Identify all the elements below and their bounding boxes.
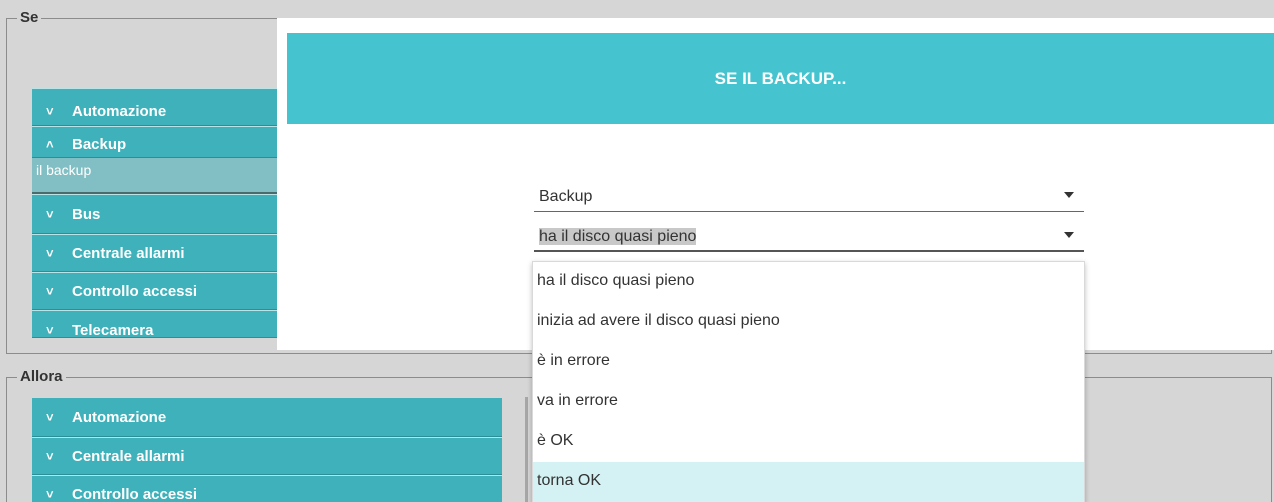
chevron-down-icon: ˅	[46, 284, 54, 299]
dropdown-option[interactable]: è OK	[533, 422, 1084, 462]
allora-accordion: ˅ Automazione ˅ Centrale allarmi ˅ Controll…	[32, 397, 502, 502]
condition-dropdown-list: ha il disco quasi pieno inizia ad avere …	[532, 261, 1085, 502]
allora-legend: Allora	[17, 368, 66, 386]
condition-select-value: ha il disco quasi pieno	[539, 228, 697, 245]
dropdown-option[interactable]: ha il disco quasi pieno	[533, 262, 1084, 302]
subject-select[interactable]: Backup	[534, 180, 1084, 212]
accordion-controllo-accessi[interactable]: ˅ Controllo accessi	[32, 475, 502, 502]
accordion-subitem-il-backup[interactable]: il backup	[32, 158, 280, 194]
accordion-label: Controllo accessi	[72, 283, 198, 300]
chevron-up-icon: ˄	[46, 137, 54, 152]
chevron-down-icon: ˅	[46, 246, 54, 261]
chevron-down-icon: ˅	[46, 449, 54, 464]
accordion-label: Automazione	[72, 409, 167, 426]
accordion-telecamera[interactable]: ˅ Telecamera	[32, 310, 280, 338]
dropdown-option-highlighted[interactable]: torna OK	[533, 462, 1084, 502]
accordion-automazione[interactable]: ˅ Automazione	[32, 88, 280, 126]
accordion-label: Centrale allarmi	[72, 245, 185, 262]
chevron-down-icon: ˅	[46, 487, 54, 502]
accordion-label: Telecamera	[72, 322, 154, 338]
accordion-bus[interactable]: ˅ Bus	[32, 194, 280, 234]
dropdown-option[interactable]: è in errore	[533, 342, 1084, 382]
chevron-down-icon: ˅	[46, 207, 54, 222]
chevron-down-icon: ˅	[46, 104, 54, 119]
dropdown-option[interactable]: inizia ad avere il disco quasi pieno	[533, 302, 1084, 342]
accordion-controllo-accessi[interactable]: ˅ Controllo accessi	[32, 272, 280, 310]
caret-down-icon	[1064, 192, 1074, 198]
se-accordion: ˅ Automazione ˄ Backup il backup ˅ Bus ˅ Cen…	[32, 88, 280, 338]
accordion-backup[interactable]: ˄ Backup	[32, 126, 280, 158]
caret-down-icon	[1064, 232, 1074, 238]
chevron-down-icon: ˅	[46, 410, 54, 425]
accordion-label: Backup	[72, 136, 127, 153]
accordion-label: Bus	[72, 206, 101, 223]
accordion-label: Automazione	[72, 103, 167, 120]
se-legend: Se	[17, 9, 42, 27]
accordion-automazione[interactable]: ˅ Automazione	[32, 397, 502, 437]
chevron-down-icon: ˅	[46, 323, 54, 338]
accordion-label: Centrale allarmi	[72, 448, 185, 465]
accordion-centrale-allarmi[interactable]: ˅ Centrale allarmi	[32, 234, 280, 272]
dropdown-option[interactable]: va in errore	[533, 382, 1084, 422]
condition-select[interactable]: ha il disco quasi pieno	[534, 220, 1084, 252]
modal-title: SE IL BACKUP...	[287, 33, 1274, 124]
accordion-label: Controllo accessi	[72, 486, 198, 502]
accordion-centrale-allarmi[interactable]: ˅ Centrale allarmi	[32, 437, 502, 475]
subject-select-value: Backup	[539, 188, 593, 205]
